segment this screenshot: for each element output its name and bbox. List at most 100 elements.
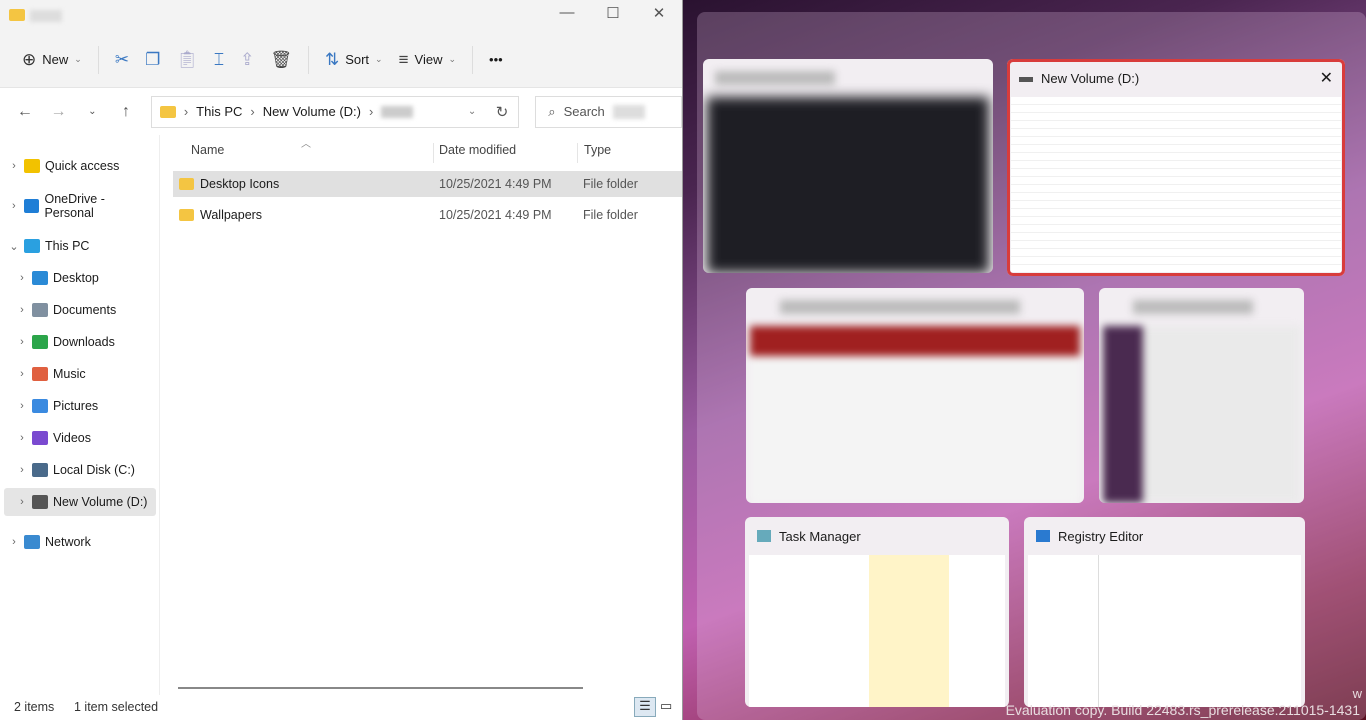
local-disk-c-icon [32,463,48,477]
horizontal-scrollbar[interactable] [178,687,583,689]
documents-icon [32,303,48,317]
forward-button[interactable]: → [44,103,74,121]
file-row[interactable]: Desktop Icons 10/25/2021 4:49 PM File fold… [173,171,682,197]
expand-chevron-icon[interactable]: › [12,464,32,476]
cut-button[interactable]: ✂ [107,42,137,78]
sidebar-item-label: Quick access [45,159,120,173]
onedrive-personal-icon [23,199,40,213]
copy-button[interactable]: ❐ [137,42,168,78]
trash-icon: 🗑︎ [270,49,292,69]
column-header-type[interactable]: Type [577,143,611,163]
sidebar-item-label: Music [53,367,86,381]
sidebar-item-videos[interactable]: › Videos [4,424,156,452]
breadcrumb-new-volume[interactable]: New Volume (D:) [263,104,361,119]
window-thumbnail-blurred-2[interactable] [746,288,1084,503]
videos-icon [32,431,48,445]
recent-locations-button[interactable]: ⌄ [77,106,107,117]
sidebar-item-onedrive-personal[interactable]: › OneDrive - Personal [4,192,156,220]
sidebar-item-label: Desktop [53,271,99,285]
title-bar: — ☐ ✕ [0,0,682,32]
sidebar-item-documents[interactable]: › Documents [4,296,156,324]
drive-icon [1019,77,1033,82]
file-type: File folder [583,177,638,191]
desktop-icon [32,271,48,285]
sidebar-item-local-disk-c[interactable]: › Local Disk (C:) [4,456,156,484]
window-thumbnail-blurred-3[interactable] [1099,288,1304,503]
folder-icon [159,105,176,118]
tiles-view-button[interactable]: ▭ [660,698,672,714]
share-button[interactable]: ⇪ [232,42,262,78]
close-button[interactable]: ✕ [636,4,682,22]
folder-icon [179,209,194,221]
search-box[interactable]: ⌕ Search [535,95,682,128]
window-title-blurred [30,10,62,22]
sidebar-item-downloads[interactable]: › Downloads [4,328,156,356]
sidebar-item-label: New Volume (D:) [53,495,148,509]
view-button[interactable]: ≡ View ⌄ [391,42,464,78]
sidebar-item-network[interactable]: › Network [4,528,156,556]
sidebar-item-music[interactable]: › Music [4,360,156,388]
more-button[interactable]: ••• [481,42,511,78]
scissors-icon: ✂ [114,49,130,69]
sidebar-item-pictures[interactable]: › Pictures [4,392,156,420]
column-header-name[interactable]: Name [191,143,224,163]
expand-chevron-icon[interactable]: › [12,336,32,348]
close-icon[interactable]: ✕ [1320,68,1333,88]
file-list: Name ︿ Date modified Type Desktop Icons 1… [161,135,682,695]
up-button[interactable]: ↑ [111,103,141,121]
expand-chevron-icon[interactable]: › [12,272,32,284]
sort-label: Sort [345,52,370,67]
snap-assist: New Volume (D:) ✕ Task Manager Registry … [683,0,1366,720]
file-row[interactable]: Wallpapers 10/25/2021 4:49 PM File folder [173,202,682,228]
paste-button[interactable]: 📋︎ [168,42,206,78]
sidebar-item-this-pc[interactable]: ⌄ This PC [4,232,156,260]
sidebar-item-quick-access[interactable]: › Quick access [4,152,156,180]
expand-chevron-icon[interactable]: › [4,160,24,172]
window-thumbnail-task-manager[interactable]: Task Manager [745,517,1009,707]
quick-access-icon [24,159,40,173]
refresh-icon[interactable]: ↻ [496,103,509,121]
status-bar: 2 items 1 item selected ☰ ▭ [0,697,683,720]
expand-chevron-icon[interactable]: › [12,496,32,508]
view-label: View [414,52,443,67]
sidebar-item-label: Network [45,535,91,549]
sidebar-item-label: Documents [53,303,117,317]
expand-chevron-icon[interactable]: › [4,200,24,212]
sidebar-item-label: Local Disk (C:) [53,463,135,477]
sidebar-item-desktop[interactable]: › Desktop [4,264,156,292]
registry-editor-icon [1036,530,1050,542]
share-icon: ⇪ [240,49,255,69]
expand-chevron-icon[interactable]: › [12,432,32,444]
maximize-button[interactable]: ☐ [590,4,636,22]
copy-icon: ❐ [145,49,161,69]
expand-chevron-icon[interactable]: › [4,536,24,548]
column-header-date[interactable]: Date modified [433,143,516,163]
address-bar[interactable]: › This PC › New Volume (D:) › ⌄ ↻ [150,95,520,128]
window-thumbnail-new-volume[interactable]: New Volume (D:) ✕ [1007,59,1345,276]
search-placeholder: Search [563,104,605,119]
address-dropdown-icon[interactable]: ⌄ [468,106,476,117]
navigation-pane: › Quick access › OneDrive - Personal ⌄ This P… [0,135,160,695]
this-pc-icon [24,239,40,253]
expand-chevron-icon[interactable]: › [12,400,32,412]
pictures-icon [32,399,48,413]
window-thumbnail-registry-editor[interactable]: Registry Editor [1024,517,1305,707]
file-date: 10/25/2021 4:49 PM [439,177,552,191]
sort-button[interactable]: ⇅ Sort ⌄ [317,42,391,78]
minimize-button[interactable]: — [544,4,590,21]
expand-chevron-icon[interactable]: › [12,304,32,316]
new-button[interactable]: ⊕ New ⌄ [14,42,90,78]
back-button[interactable]: ← [10,103,40,121]
breadcrumb-this-pc[interactable]: This PC [196,104,242,119]
rename-button[interactable]: ⌶ [206,42,232,78]
expand-chevron-icon[interactable]: › [12,368,32,380]
delete-button[interactable]: 🗑︎ [262,42,300,78]
window-thumbnail-blurred-1[interactable] [703,59,993,273]
sidebar-item-label: OneDrive - Personal [44,192,105,220]
expand-chevron-icon[interactable]: ⌄ [4,240,24,253]
navigation-bar: ← → ⌄ ↑ › This PC › New Volume (D:) › ⌄ ↻ … [0,88,682,135]
new-volume-d-icon [32,495,48,509]
details-view-button[interactable]: ☰ [634,697,656,717]
sidebar-item-new-volume-d[interactable]: › New Volume (D:) [4,488,156,516]
item-count: 2 items [14,700,55,714]
